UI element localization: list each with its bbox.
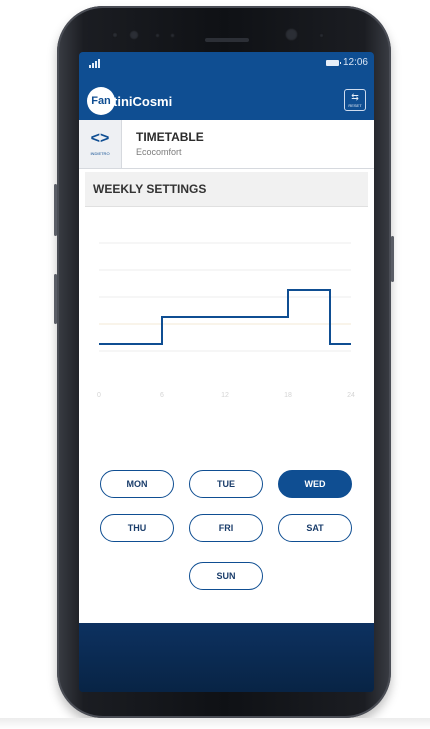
page-subtitle: Ecocomfort [136, 147, 182, 157]
x-tick-label: 6 [160, 392, 164, 399]
content-panel: WEEKLY SETTINGS 0 6 12 18 24 MON TUE WED THU FRI… [79, 169, 374, 623]
status-time: 12:06 [342, 57, 368, 68]
day-button-sun[interactable]: SUN [189, 562, 263, 590]
signal-icon [89, 59, 100, 68]
sub-header: <> INDIETRO TIMETABLE Ecocomfort [79, 120, 374, 169]
day-button-fri[interactable]: FRI [189, 514, 263, 542]
logo-text: tiniCosmi [113, 93, 173, 109]
logo-mark: Fan [87, 87, 115, 115]
back-label: INDIETRO [90, 151, 110, 156]
floor-shadow [0, 718, 430, 729]
front-camera-icon [129, 30, 139, 40]
phone-screen: 12:06 Fan tiniCosmi ⇆ RESET <> INDIETRO … [79, 52, 374, 692]
temperature-step-line [99, 289, 351, 345]
light-sensor-icon [155, 33, 160, 38]
day-button-mon[interactable]: MON [100, 470, 174, 498]
day-button-tue[interactable]: TUE [189, 470, 263, 498]
day-button-sat[interactable]: SAT [278, 514, 352, 542]
reset-icon: ⇆ [351, 92, 359, 102]
bottom-area [79, 623, 374, 692]
x-tick-label: 12 [221, 392, 229, 399]
x-tick-label: 24 [347, 392, 355, 399]
status-bar: 12:06 [79, 52, 374, 74]
proximity-sensor-icon [112, 32, 118, 38]
page-title: TIMETABLE [136, 130, 204, 144]
bixby-button [54, 274, 57, 324]
reset-label: RESET [348, 103, 362, 108]
iris-led-icon [319, 33, 324, 38]
app-header: Fan tiniCosmi ⇆ RESET [79, 74, 374, 120]
top-bezel [57, 6, 391, 51]
back-arrow-icon: <> [90, 130, 110, 147]
weekly-chart: 0 6 12 18 24 [97, 242, 355, 399]
back-button[interactable]: <> INDIETRO [79, 120, 122, 168]
power-button [391, 236, 394, 282]
fantinicosmi-logo: Fan tiniCosmi [87, 87, 172, 115]
battery-icon [325, 59, 341, 66]
light-sensor-icon [170, 33, 175, 38]
reset-button[interactable]: ⇆ RESET [344, 89, 366, 111]
status-right: 12:06 [325, 57, 368, 68]
day-button-wed[interactable]: WED [278, 470, 352, 498]
section-title: WEEKLY SETTINGS [93, 182, 207, 196]
volume-button [54, 184, 57, 236]
iris-scanner-icon [285, 28, 298, 41]
x-tick-label: 18 [284, 392, 292, 399]
section-header: WEEKLY SETTINGS [85, 172, 368, 207]
earpiece-speaker [205, 38, 249, 42]
x-tick-label: 0 [97, 392, 101, 399]
day-button-thu[interactable]: THU [100, 514, 174, 542]
